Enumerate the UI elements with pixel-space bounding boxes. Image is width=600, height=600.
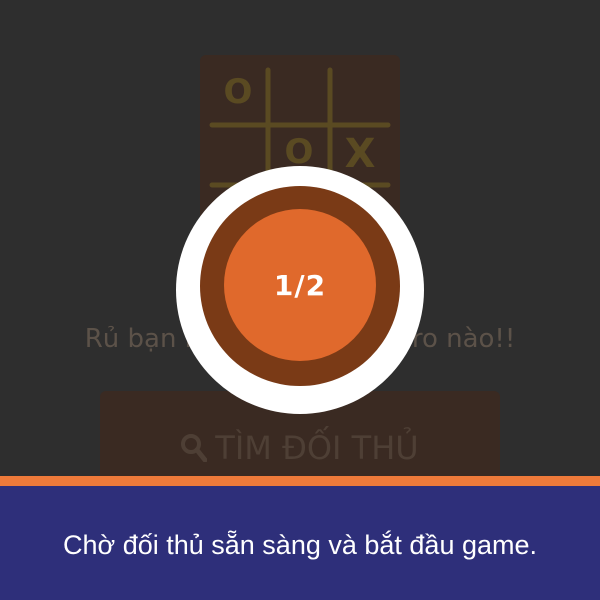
game-screen: O O X Rủ bạn bè vào chơi cờ caro nào!! T… xyxy=(0,0,600,476)
ready-counter-text: 1/2 xyxy=(273,269,327,302)
banner-accent-line xyxy=(0,476,600,486)
find-opponent-label: TÌM ĐỐI THỦ xyxy=(215,429,419,467)
caption-banner: Chờ đối thủ sẵn sàng và bắt đầu game. xyxy=(0,486,600,600)
ready-counter: 1/2 xyxy=(224,209,376,361)
search-icon xyxy=(181,434,208,462)
caption-text: Chờ đối thủ sẵn sàng và bắt đầu game. xyxy=(62,530,538,560)
board-mark: O xyxy=(224,72,253,112)
board-mark: X xyxy=(345,131,376,177)
